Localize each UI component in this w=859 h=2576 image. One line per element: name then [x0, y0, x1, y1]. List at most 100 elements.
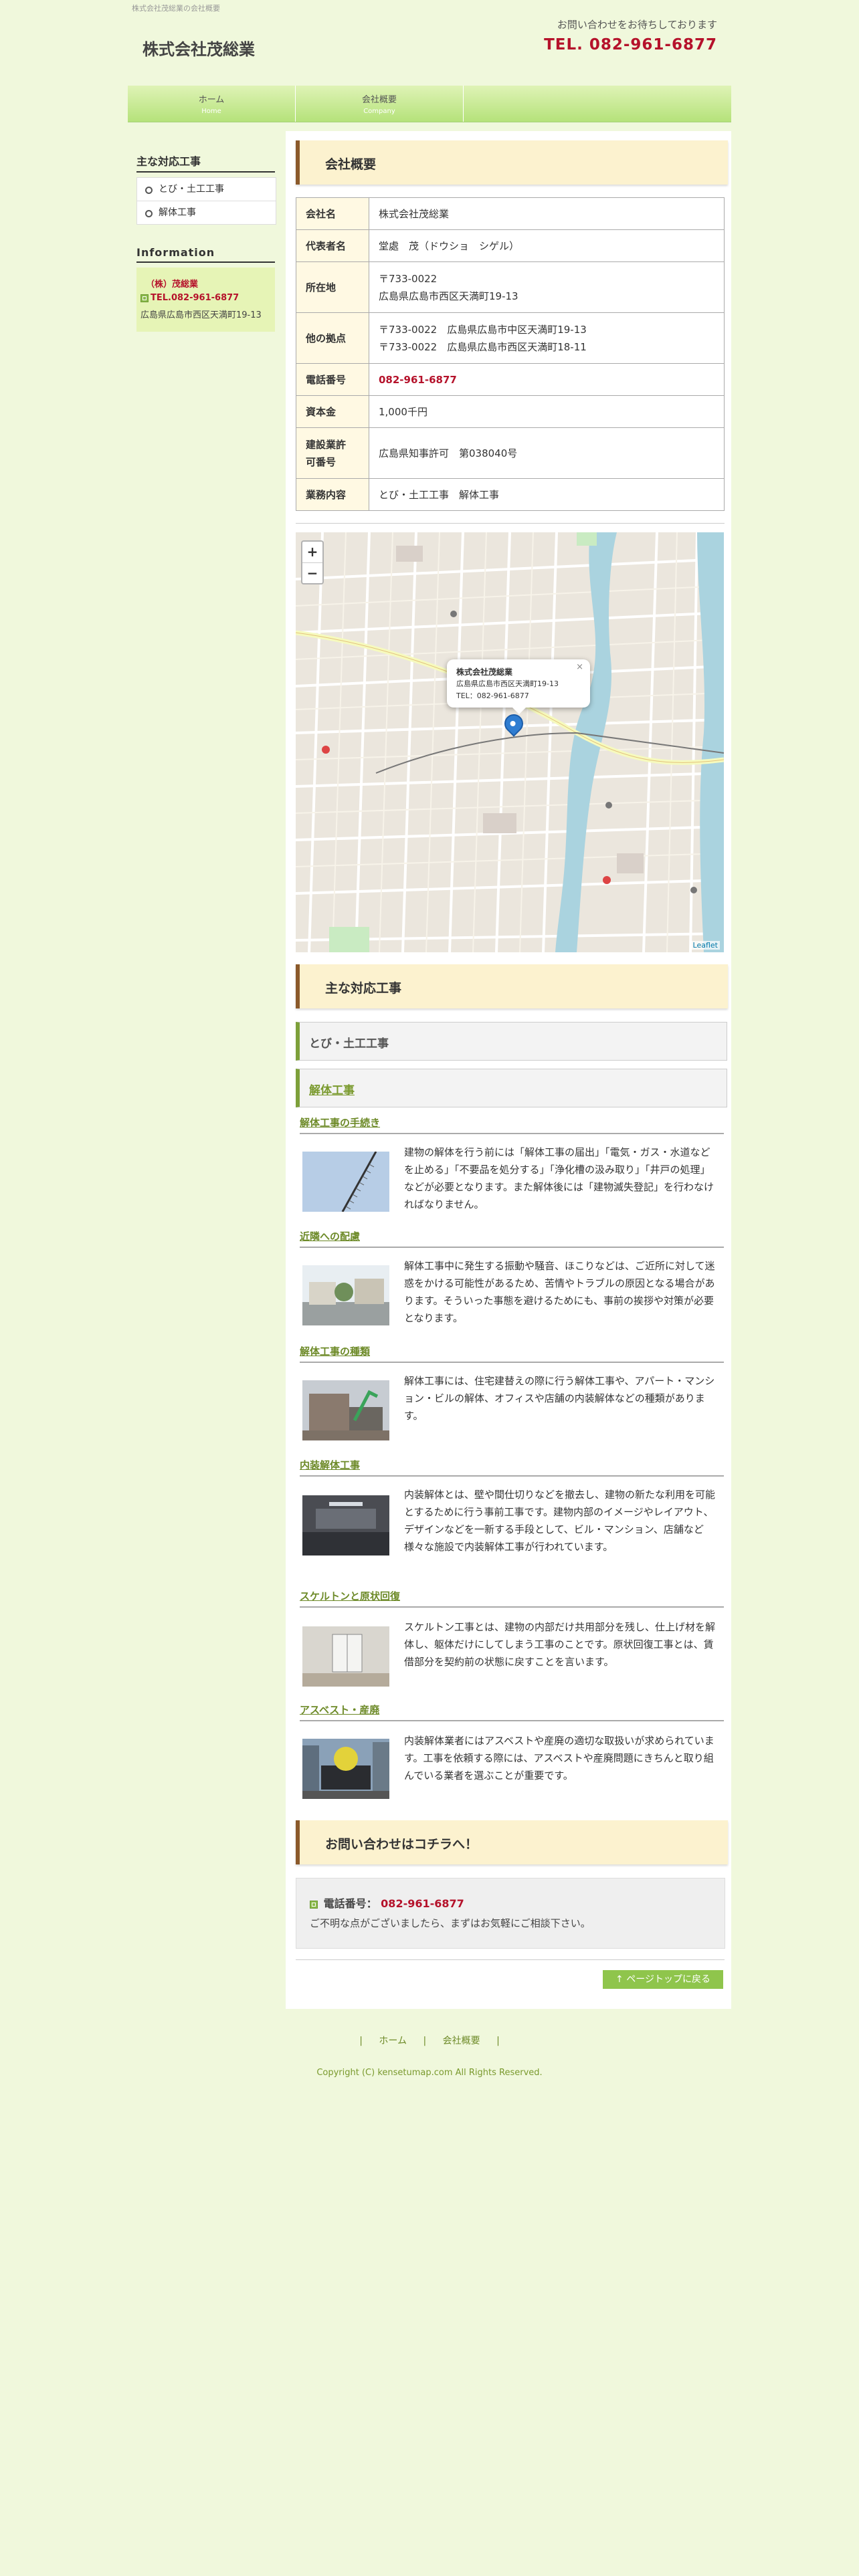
row-value: 1,000千円	[369, 395, 725, 428]
table-row: 資本金 1,000千円	[296, 395, 725, 428]
popup-name: 株式会社茂総業	[456, 667, 513, 677]
category-title-link[interactable]: 解体工事	[309, 1081, 355, 1097]
work-item-title[interactable]: 解体工事の手続き	[300, 1115, 724, 1134]
category-kaitai: 解体工事	[296, 1069, 727, 1107]
row-key: 業務内容	[296, 478, 369, 511]
square-bullet-icon	[310, 1900, 318, 1909]
interior-thumbnail	[302, 1495, 389, 1555]
inquiry-phone-line: 電話番号： 082-961-6877	[310, 1895, 464, 1911]
header-phone[interactable]: TEL. 082-961-6877	[544, 36, 717, 53]
company-heading: 会社概要	[296, 140, 728, 185]
footer-sep: |	[359, 2036, 363, 2046]
row-value: 〒733-0022 広島県広島市中区天満町19-13 〒733-0022 広島県広…	[369, 312, 725, 364]
popup-phone: TEL：082-961-6877	[456, 691, 529, 700]
work-item-title[interactable]: アスベスト・産廃	[300, 1703, 724, 1721]
copyright: Copyright (C) kensetumap.com All Rights …	[316, 2068, 543, 2078]
work-item-text: スケルトン工事とは、建物の内部だけ共用部分を残し、仕上げ材を解体し、躯体だけにし…	[404, 1621, 716, 1668]
asbestos-thumbnail	[302, 1739, 389, 1799]
sidebar-info-box: （株）茂総業 TEL.082-961-6877 広島県広島市西区天満町19-13	[136, 267, 275, 332]
popup-close-icon[interactable]: ×	[576, 662, 583, 672]
row-key: 所在地	[296, 261, 369, 313]
map-tiles	[296, 532, 724, 952]
row-value: 株式会社茂総業	[369, 197, 725, 230]
table-row: 業務内容 とび・土工工事 解体工事	[296, 478, 725, 511]
nav-item-home[interactable]: ホーム Home	[128, 86, 296, 122]
divider	[296, 1959, 725, 1960]
works-heading: 主な対応工事	[296, 964, 728, 1008]
row-value: とび・土工工事 解体工事	[369, 478, 725, 511]
sidebar-item-tobi[interactable]: とび・土工工事	[137, 178, 276, 201]
sidebar-item-kaitai[interactable]: 解体工事	[137, 201, 276, 224]
inquiry-note: ご不明な点がございましたら、まずはお気軽にご相談下さい。	[310, 1917, 591, 1929]
row-key: 代表者名	[296, 229, 369, 262]
work-item-title[interactable]: 内装解体工事	[300, 1458, 724, 1477]
nav-item-label: ホーム	[198, 95, 225, 105]
category-title: とび・土工工事	[309, 1037, 389, 1051]
footer-sep: |	[496, 2036, 500, 2046]
nav-item-label: 会社概要	[361, 95, 397, 105]
sidebar-item-label: とび・土工工事	[159, 184, 224, 195]
square-bullet-icon	[140, 294, 149, 302]
sidebar-works-title: 主な対応工事	[136, 152, 275, 173]
row-key: 資本金	[296, 395, 369, 428]
bullet-icon	[145, 210, 153, 217]
table-row: 会社名 株式会社茂総業	[296, 197, 725, 230]
table-row: 電話番号 082-961-6877	[296, 363, 725, 396]
popup-tip	[512, 708, 526, 714]
work-item-text: 建物の解体を行う前には「解体工事の届出」「電気・ガス・水道などを止める」「不要品…	[404, 1146, 714, 1210]
zoom-in-button[interactable]: +	[302, 542, 322, 563]
map-popup: 株式会社茂総業 広島県広島市西区天満町19-13 TEL：082-961-687…	[447, 659, 590, 714]
popup-address: 広島県広島市西区天満町19-13	[456, 679, 559, 688]
sidebar-info-title: Information	[136, 246, 275, 263]
work-item-text: 内装解体とは、壁や間仕切りなどを撤去し、建物の新たな利用を可能とするために行う事…	[404, 1489, 716, 1553]
row-key: 他の拠点	[296, 312, 369, 364]
table-row: 代表者名 堂處 茂（ドウショ シゲル）	[296, 229, 725, 262]
heading-text: 主な対応工事	[325, 981, 402, 996]
company-info-table: 会社名 株式会社茂総業 代表者名 堂處 茂（ドウショ シゲル） 所在地 〒733…	[296, 197, 725, 511]
work-item-title[interactable]: スケルトンと原状回復	[300, 1589, 724, 1608]
skeleton-thumbnail	[302, 1626, 389, 1687]
inquiry-phone[interactable]: 082-961-6877	[381, 1897, 464, 1910]
nav-item-sub: Home	[201, 108, 221, 115]
info-company-name: （株）茂総業	[146, 280, 199, 290]
row-value: 〒733-0022 広島県広島市西区天満町19-13	[369, 261, 725, 313]
category-tobi: とび・土工工事	[296, 1022, 727, 1061]
footer-sep: |	[423, 2036, 427, 2046]
procedure-thumbnail	[302, 1152, 389, 1212]
row-value: 広島県知事許可 第038040号	[369, 427, 725, 479]
neighborhood-thumbnail	[302, 1265, 389, 1325]
row-value-phone[interactable]: 082-961-6877	[369, 363, 725, 396]
inquiry-box: 電話番号： 082-961-6877 ご不明な点がございましたら、まずはお気軽に…	[296, 1878, 725, 1949]
heading-text: 会社概要	[325, 157, 377, 172]
info-address: 広島県広島市西区天満町19-13	[140, 310, 262, 320]
location-map[interactable]: + − 株式会社茂総業 広島県広島市西区天満町19-13 TEL：082-961…	[296, 532, 724, 952]
nav-item-company[interactable]: 会社概要 Company	[296, 86, 464, 122]
work-item-text: 内装解体業者にはアスベストや産廃の適切な取扱いが求められています。工事を依頼する…	[404, 1735, 714, 1782]
footer-link-home[interactable]: ホーム	[379, 2036, 407, 2046]
sidebar-item-label: 解体工事	[159, 207, 196, 218]
footer-link-company[interactable]: 会社概要	[443, 2036, 480, 2046]
page-top-button[interactable]: ↑ ページトップに戻る	[603, 1970, 723, 1989]
sidebar-works-list: とび・土工工事 解体工事	[136, 177, 276, 225]
map-zoom-control: + −	[301, 540, 324, 584]
demolition-types-thumbnail	[302, 1380, 389, 1440]
zoom-out-button[interactable]: −	[302, 563, 322, 584]
divider	[296, 523, 725, 524]
heading-text: お問い合わせはコチラへ！	[325, 1837, 478, 1852]
work-item-title[interactable]: 近隣への配慮	[300, 1229, 724, 1248]
table-row: 建設業許 可番号 広島県知事許可 第038040号	[296, 427, 725, 479]
work-item-text: 解体工事には、住宅建替えの際に行う解体工事や、アパート・マンション・ビルの解体、…	[404, 1375, 715, 1422]
row-value: 堂處 茂（ドウショ シゲル）	[369, 229, 725, 262]
row-key: 電話番号	[296, 363, 369, 396]
row-key: 会社名	[296, 197, 369, 230]
table-row: 他の拠点 〒733-0022 広島県広島市中区天満町19-13 〒733-0022…	[296, 312, 725, 364]
bullet-icon	[145, 187, 153, 194]
nav-item-sub: Company	[363, 108, 395, 115]
inquiry-heading: お問い合わせはコチラへ！	[296, 1820, 728, 1864]
work-item-title[interactable]: 解体工事の種類	[300, 1344, 724, 1363]
site-title[interactable]: 株式会社茂総業	[142, 36, 255, 60]
map-attribution[interactable]: Leaflet	[690, 941, 720, 950]
contact-message: お問い合わせをお待ちしております	[557, 19, 717, 31]
row-key: 建設業許 可番号	[296, 427, 369, 479]
info-phone[interactable]: TEL.082-961-6877	[140, 293, 239, 303]
